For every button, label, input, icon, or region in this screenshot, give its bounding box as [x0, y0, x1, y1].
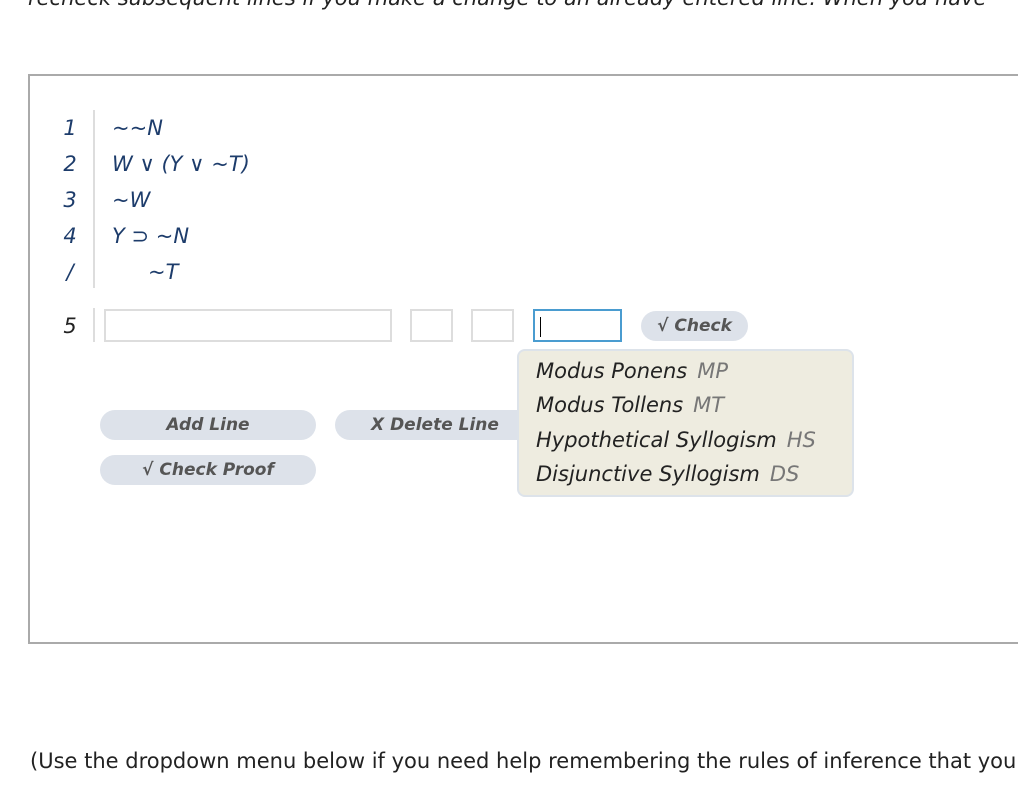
line-number: 1	[63, 116, 77, 140]
line-ref-input-1[interactable]	[410, 309, 453, 342]
rule-option-ds[interactable]: Disjunctive Syllogism DS	[536, 462, 799, 486]
rule-option-mt[interactable]: Modus Tollens MT	[536, 393, 724, 417]
premise-formula: W ∨ (Y ∨ ~T)	[112, 152, 250, 176]
check-line-button[interactable]: √ Check	[641, 311, 748, 341]
rule-option-mp[interactable]: Modus Ponens MP	[536, 359, 728, 383]
line-bracket	[93, 308, 95, 342]
rule-option-hs[interactable]: Hypothetical Syllogism HS	[536, 428, 816, 452]
premise-formula: ~W	[112, 188, 151, 212]
premise-formula: ~~N	[112, 116, 163, 140]
rule-input[interactable]	[533, 309, 622, 342]
line-ref-input-2[interactable]	[471, 309, 514, 342]
check-proof-button[interactable]: √ Check Proof	[100, 455, 316, 485]
line-number: 3	[63, 188, 77, 212]
proof-bracket	[93, 110, 95, 288]
help-instructions-text: (Use the dropdown menu below if you need…	[30, 749, 1017, 773]
formula-input[interactable]	[104, 309, 392, 342]
conclusion-marker: /	[66, 260, 74, 284]
rule-autocomplete-dropdown: Modus Ponens MP Modus Tollens MT Hypotheti…	[517, 349, 854, 497]
instructions-text: recheck subsequent lines if you make a c…	[28, 0, 986, 10]
text-caret	[540, 317, 541, 337]
add-line-button[interactable]: Add Line	[100, 410, 316, 440]
premise-formula: Y ⊃ ~N	[112, 224, 190, 248]
delete-line-button[interactable]: X Delete Line	[335, 410, 535, 440]
line-number: 5	[63, 314, 77, 338]
line-number: 4	[63, 224, 77, 248]
line-number: 2	[63, 152, 77, 176]
conclusion-formula: ~T	[148, 260, 179, 284]
